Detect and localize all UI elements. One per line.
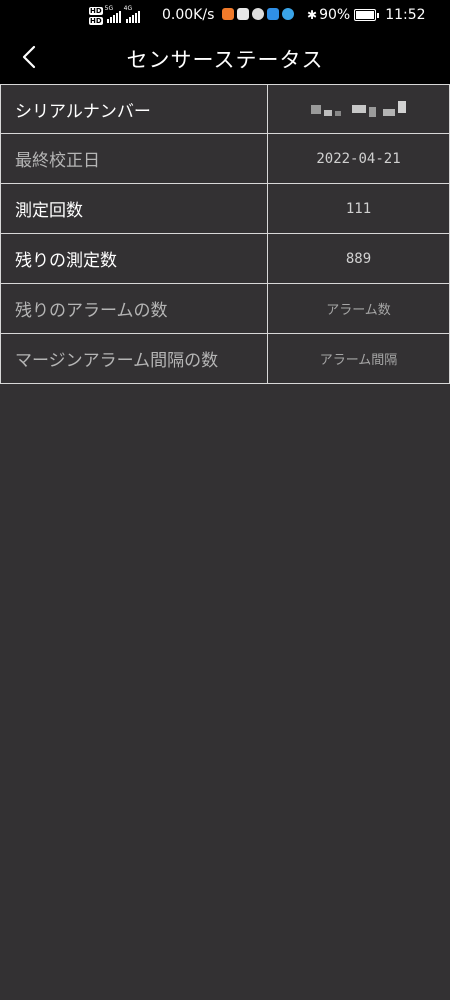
table-row-margin-alarm-interval: マージンアラーム間隔の数 アラーム間隔	[0, 334, 450, 384]
assistant-app-icon	[252, 8, 264, 20]
page-title: センサーステータス	[126, 48, 324, 72]
signal-strength-icon: 5G	[105, 5, 121, 23]
row-label: マージンアラーム間隔の数	[0, 334, 267, 384]
notification-icons	[222, 8, 294, 20]
battery-percent: 90%	[319, 7, 351, 23]
table-row-measurement-count: 測定回数 111	[0, 184, 450, 234]
row-label: 残りのアラームの数	[0, 284, 267, 334]
redacted-block	[311, 101, 406, 117]
row-label: 測定回数	[0, 184, 267, 234]
status-bar: HD HD 5G 4G 0.00K/s ✱ 90% 11:52	[0, 0, 450, 32]
video-app-icon	[222, 8, 234, 20]
row-label: 最終校正日	[0, 134, 267, 184]
row-value: 889	[267, 234, 450, 284]
sensor-status-table: シリアルナンバー 最終校正日 2022-04-21 測定回数 111 残りの測定…	[0, 84, 450, 384]
row-value: アラーム間隔	[267, 334, 450, 384]
signal-generation-label: 5G	[104, 5, 114, 12]
table-row-remaining-alarms: 残りのアラームの数 アラーム数	[0, 284, 450, 334]
mail-app-icon	[237, 8, 249, 20]
serial-number-value-redacted	[267, 84, 450, 134]
network-speed: 0.00K/s	[162, 7, 215, 23]
table-row-remaining-measurements: 残りの測定数 889	[0, 234, 450, 284]
hd-badge: HD	[89, 7, 103, 15]
table-row-last-calibration: 最終校正日 2022-04-21	[0, 134, 450, 184]
row-label: 残りの測定数	[0, 234, 267, 284]
browser-app-icon	[282, 8, 294, 20]
signal-strength-icon: 4G	[124, 5, 140, 23]
search-app-icon	[267, 8, 279, 20]
signal-generation-label: 4G	[123, 5, 133, 12]
network-indicators: HD HD 5G 4G	[89, 5, 144, 27]
battery-icon	[354, 9, 377, 21]
table-row-serial-number: シリアルナンバー	[0, 84, 450, 134]
row-value: アラーム数	[267, 284, 450, 334]
row-value: 2022-04-21	[267, 134, 450, 184]
clock: 11:52	[385, 7, 426, 23]
hd-badge: HD	[89, 17, 103, 25]
status-right: ✱ 90% 11:52	[307, 7, 426, 23]
row-label: シリアルナンバー	[0, 84, 267, 134]
bluetooth-icon: ✱	[307, 8, 318, 22]
hd-badges: HD HD	[89, 7, 103, 25]
row-value: 111	[267, 184, 450, 234]
nav-bar: センサーステータス	[0, 32, 450, 84]
